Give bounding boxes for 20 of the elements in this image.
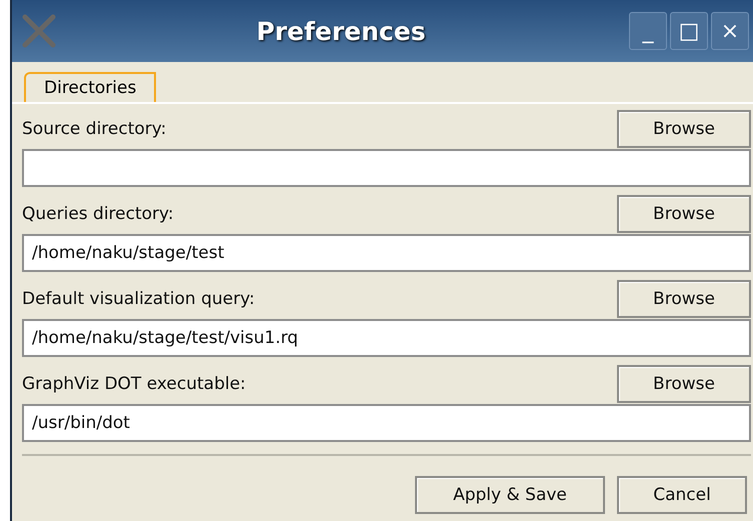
- apply-save-button[interactable]: Apply & Save: [415, 476, 605, 514]
- browse-button[interactable]: Browse: [617, 280, 751, 318]
- x-logo-icon: [22, 14, 56, 48]
- maximize-button[interactable]: □: [670, 12, 708, 50]
- browse-button[interactable]: Browse: [617, 364, 751, 402]
- path-field[interactable]: /usr/bin/dot: [22, 404, 751, 442]
- window-title: Preferences: [255, 16, 427, 46]
- browse-button[interactable]: Browse: [617, 194, 751, 232]
- path-field[interactable]: /home/naku/stage/test: [22, 234, 751, 272]
- path-field[interactable]: [22, 149, 751, 187]
- field-label: Default visualization query:: [22, 288, 255, 308]
- field-label: Queries directory:: [22, 204, 174, 224]
- field-label: Source directory:: [22, 118, 166, 138]
- minimize-button[interactable]: _: [629, 12, 667, 50]
- tab[interactable]: Directories: [24, 72, 156, 102]
- cancel-button[interactable]: Cancel: [617, 476, 747, 514]
- field-label: GraphViz DOT executable:: [22, 374, 246, 394]
- browse-button[interactable]: Browse: [617, 110, 751, 148]
- close-button[interactable]: ×: [711, 12, 749, 50]
- path-field[interactable]: /home/naku/stage/test/visu1.rq: [22, 319, 751, 357]
